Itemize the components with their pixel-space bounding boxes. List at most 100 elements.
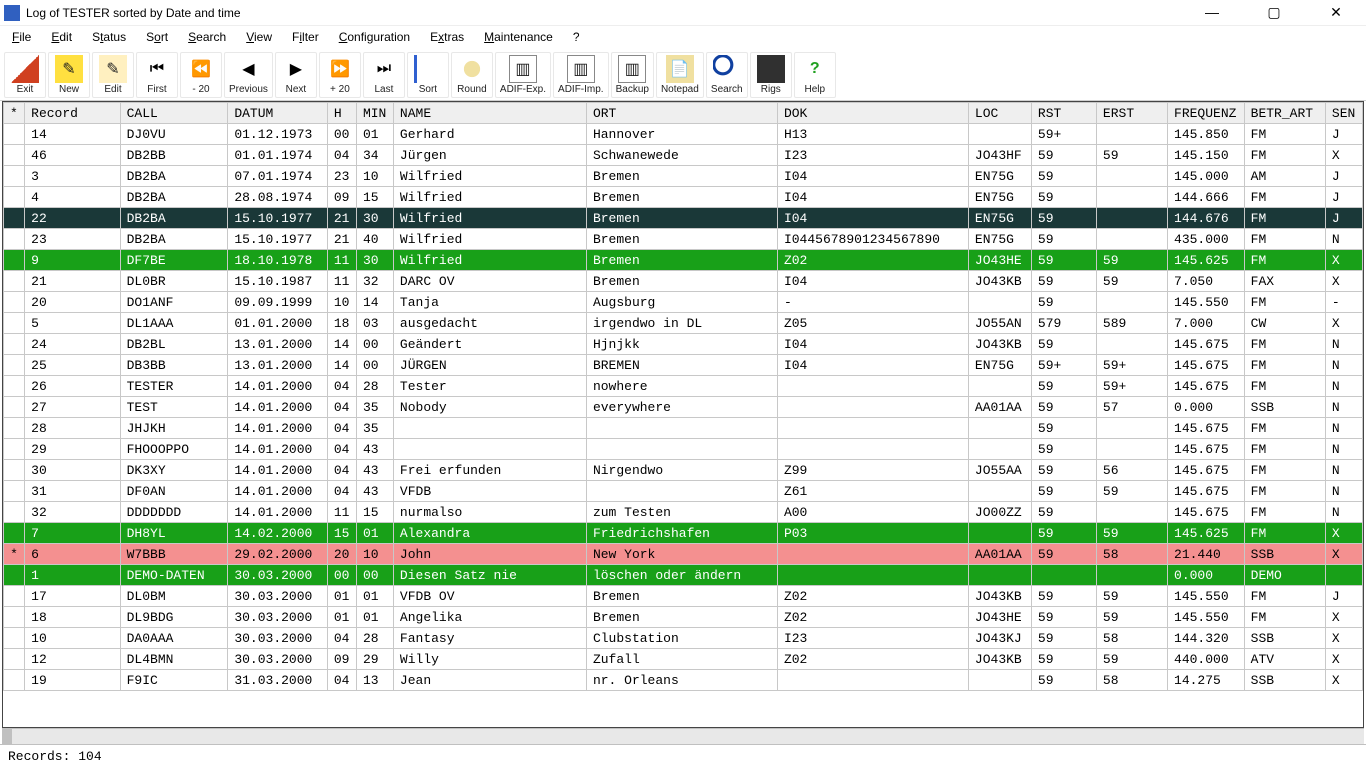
tool-fwd20[interactable]: ⏩+ 20 (319, 52, 361, 98)
table-row[interactable]: 25DB3BB13.01.20001400JÜRGENBREMENI04EN75… (4, 355, 1363, 376)
cell: Wilfried (393, 208, 586, 229)
menu-configuration[interactable]: Configuration (335, 28, 414, 46)
cell (393, 418, 586, 439)
tool-backup[interactable]: ▥Backup (611, 52, 654, 98)
table-row[interactable]: 1DEMO-DATEN30.03.20000000Diesen Satz nie… (4, 565, 1363, 586)
table-row[interactable]: 24DB2BL13.01.20001400GeändertHjnjkkI04JO… (4, 334, 1363, 355)
cell: X (1325, 544, 1362, 565)
tool-first[interactable]: ⏮First (136, 52, 178, 98)
tool-search[interactable]: Search (706, 52, 748, 98)
cell: 17 (25, 586, 120, 607)
cell: 589 (1096, 313, 1167, 334)
cell (1096, 334, 1167, 355)
cell: 04 (327, 439, 356, 460)
menu-maintenance[interactable]: Maintenance (480, 28, 557, 46)
tool-sort[interactable]: Sort (407, 52, 449, 98)
col-erst[interactable]: ERST (1096, 103, 1167, 124)
horizontal-scrollbar[interactable] (2, 728, 1364, 744)
table-row[interactable]: 28JHJKH14.01.2000043559145.675FMN (4, 418, 1363, 439)
col-loc[interactable]: LOC (968, 103, 1031, 124)
cell: DARC OV (393, 271, 586, 292)
col-frequenz[interactable]: FREQUENZ (1168, 103, 1245, 124)
table-row[interactable]: 7DH8YL14.02.20001501AlexandraFriedrichsh… (4, 523, 1363, 544)
table-row[interactable]: 26TESTER14.01.20000428Testernowhere5959+… (4, 376, 1363, 397)
table-header-row[interactable]: *RecordCALLDATUMHMINNAMEORTDOKLOCRSTERST… (4, 103, 1363, 124)
menu-view[interactable]: View (242, 28, 276, 46)
tool-next[interactable]: ▶Next (275, 52, 317, 98)
cell: Tanja (393, 292, 586, 313)
table-row[interactable]: 18DL9BDG30.03.20000101AngelikaBremenZ02J… (4, 607, 1363, 628)
menu-[interactable]: ? (569, 28, 584, 46)
cell: 59 (1031, 439, 1096, 460)
col-ort[interactable]: ORT (586, 103, 777, 124)
tool-round[interactable]: Round (451, 52, 493, 98)
col-rst[interactable]: RST (1031, 103, 1096, 124)
cell: 13.01.2000 (228, 334, 328, 355)
tool-help[interactable]: ?Help (794, 52, 836, 98)
cell: DH8YL (120, 523, 228, 544)
table-row[interactable]: 3DB2BA07.01.19742310WilfriedBremenI04EN7… (4, 166, 1363, 187)
table-row[interactable]: 5DL1AAA01.01.20001803ausgedachtirgendwo … (4, 313, 1363, 334)
tool-rigs[interactable]: Rigs (750, 52, 792, 98)
tool-exit[interactable]: Exit (4, 52, 46, 98)
search-icon (713, 55, 741, 83)
col-min[interactable]: MIN (356, 103, 393, 124)
tool-edit[interactable]: ✎Edit (92, 52, 134, 98)
col-sen[interactable]: SEN (1325, 103, 1362, 124)
tool-notepad[interactable]: 📄Notepad (656, 52, 704, 98)
tool-back20[interactable]: ⏪- 20 (180, 52, 222, 98)
menu-edit[interactable]: Edit (47, 28, 76, 46)
col-mark[interactable]: * (4, 103, 25, 124)
menu-file[interactable]: File (8, 28, 35, 46)
table-row[interactable]: 21DL0BR15.10.19871132DARC OVBremenI04JO4… (4, 271, 1363, 292)
maximize-button[interactable]: ▢ (1256, 4, 1292, 21)
table-row[interactable]: 20DO1ANF09.09.19991014TanjaAugsburg-5914… (4, 292, 1363, 313)
table-row[interactable]: 10DA0AAA30.03.20000428FantasyClubstation… (4, 628, 1363, 649)
table-row[interactable]: 46DB2BB01.01.19740434JürgenSchwanewedeI2… (4, 145, 1363, 166)
table-row[interactable]: 32DDDDDDD14.01.20001115nurmalsozum Teste… (4, 502, 1363, 523)
scrollbar-thumb[interactable] (2, 729, 12, 744)
cell: Bremen (586, 208, 777, 229)
row-mark (4, 628, 25, 649)
menu-status[interactable]: Status (88, 28, 130, 46)
table-row[interactable]: *6W7BBB29.02.20002010JohnNew YorkAA01AA5… (4, 544, 1363, 565)
table-row[interactable]: 19F9IC31.03.20000413Jeannr. Orleans59581… (4, 670, 1363, 691)
tool-adifimp[interactable]: ▥ADIF-Imp. (553, 52, 609, 98)
table-row[interactable]: 27TEST14.01.20000435NobodyeverywhereAA01… (4, 397, 1363, 418)
table-row[interactable]: 22DB2BA15.10.19772130WilfriedBremenI04EN… (4, 208, 1363, 229)
cell: 23 (327, 166, 356, 187)
table-row[interactable]: 17DL0BM30.03.20000101VFDB OVBremenZ02JO4… (4, 586, 1363, 607)
col-datum[interactable]: DATUM (228, 103, 328, 124)
close-button[interactable]: ✕ (1318, 4, 1354, 21)
menu-sort[interactable]: Sort (142, 28, 172, 46)
tool-new[interactable]: ✎New (48, 52, 90, 98)
col-dok[interactable]: DOK (777, 103, 968, 124)
col-call[interactable]: CALL (120, 103, 228, 124)
col-record[interactable]: Record (25, 103, 120, 124)
table-row[interactable]: 14DJ0VU01.12.19730001GerhardHannoverH135… (4, 124, 1363, 145)
table-row[interactable]: 4DB2BA28.08.19740915WilfriedBremenI04EN7… (4, 187, 1363, 208)
col-h[interactable]: H (327, 103, 356, 124)
cell: 145.675 (1168, 376, 1245, 397)
menu-extras[interactable]: Extras (426, 28, 468, 46)
table-row[interactable]: 23DB2BA15.10.19772140WilfriedBremenI0445… (4, 229, 1363, 250)
table-row[interactable]: 29FHOOOPPO14.01.2000044359145.675FMN (4, 439, 1363, 460)
cell: 14.01.2000 (228, 481, 328, 502)
table-row[interactable]: 9DF7BE18.10.19781130WilfriedBremenZ02JO4… (4, 250, 1363, 271)
table-row[interactable]: 31DF0AN14.01.20000443VFDBZ615959145.675F… (4, 481, 1363, 502)
cell (777, 544, 968, 565)
col-betr_art[interactable]: BETR_ART (1244, 103, 1325, 124)
tool-prev[interactable]: ◀Previous (224, 52, 273, 98)
table-row[interactable]: 12DL4BMN30.03.20000929WillyZufallZ02JO43… (4, 649, 1363, 670)
minimize-button[interactable]: — (1194, 4, 1230, 21)
cell: 14.275 (1168, 670, 1245, 691)
cell: 04 (327, 481, 356, 502)
table-row[interactable]: 30DK3XY14.01.20000443Frei erfundenNirgen… (4, 460, 1363, 481)
data-grid[interactable]: *RecordCALLDATUMHMINNAMEORTDOKLOCRSTERST… (2, 101, 1364, 728)
col-name[interactable]: NAME (393, 103, 586, 124)
cell: 145.550 (1168, 586, 1245, 607)
menu-filter[interactable]: Filter (288, 28, 323, 46)
menu-search[interactable]: Search (184, 28, 230, 46)
tool-last[interactable]: ⏭Last (363, 52, 405, 98)
tool-adifexp[interactable]: ▥ADIF-Exp. (495, 52, 551, 98)
